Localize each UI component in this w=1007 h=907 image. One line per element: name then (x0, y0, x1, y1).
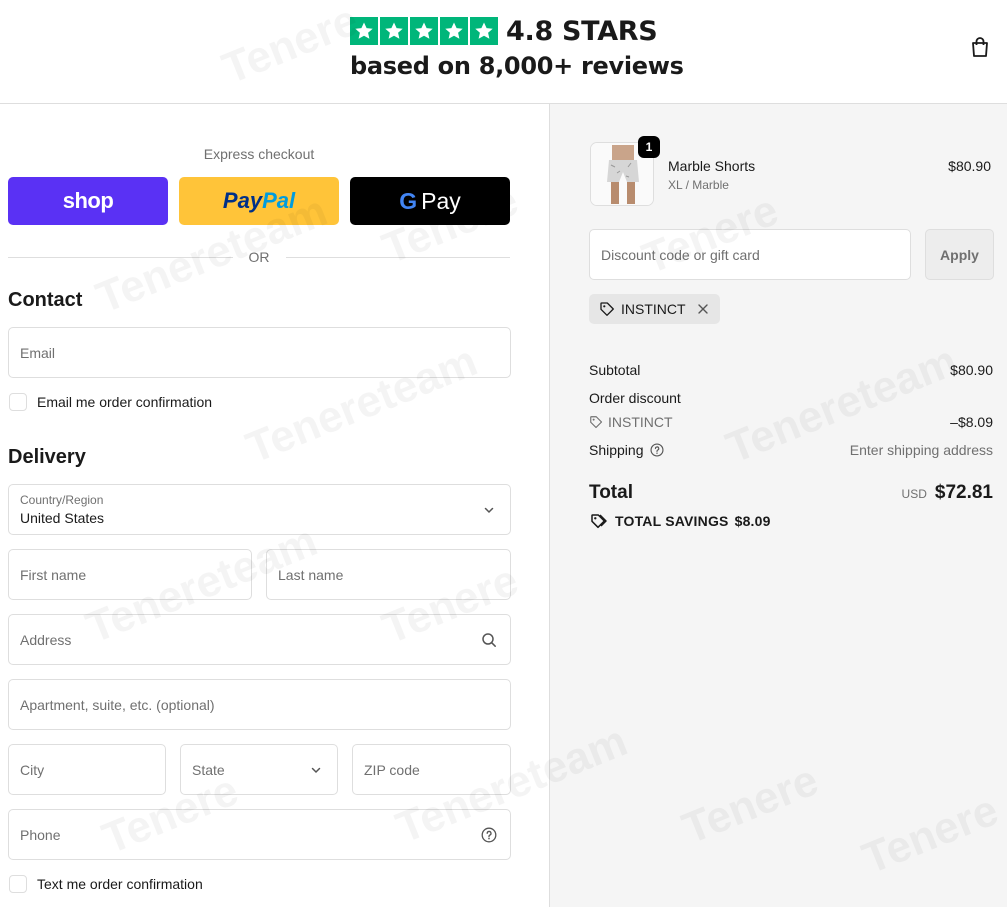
email-opt-in-label: Email me order confirmation (37, 394, 213, 410)
applied-discount-code: INSTINCT (621, 301, 686, 317)
total-savings: TOTAL SAVINGS $8.09 (589, 512, 771, 530)
total-amount: $72.81 (934, 482, 993, 503)
discount-code-row: INSTINCT –$8.09 (589, 414, 993, 430)
tags-icon (591, 514, 607, 529)
reviews-banner: 4.8 STARS based on 8,000+ reviews (350, 15, 684, 80)
total-amount-group: USD $72.81 (902, 482, 993, 504)
email-placeholder: Email (20, 345, 56, 361)
savings-amount: $8.09 (734, 513, 771, 529)
delivery-heading: Delivery (8, 446, 86, 468)
apply-discount-button[interactable]: Apply (925, 229, 994, 280)
chevron-down-icon (311, 767, 321, 774)
savings-label: TOTAL SAVINGS (615, 513, 729, 529)
order-discount-row: Order discount (589, 390, 993, 406)
tag-icon (590, 416, 603, 429)
city-placeholder: City (20, 762, 45, 778)
tag-icon (600, 302, 614, 316)
total-label: Total (589, 482, 633, 503)
zip-code-placeholder: ZIP code (364, 762, 420, 778)
discount-code-input[interactable]: Discount code or gift card (589, 229, 911, 280)
shop-pay-button[interactable]: shop (8, 177, 168, 225)
state-select[interactable]: State (180, 744, 338, 795)
or-divider: OR (8, 247, 510, 267)
chevron-down-icon (484, 507, 494, 514)
address-placeholder: Address (20, 632, 72, 648)
email-field[interactable]: Email (8, 327, 511, 378)
subtotal-value: $80.90 (950, 362, 993, 378)
help-icon[interactable] (481, 827, 497, 843)
country-value: United States (20, 510, 105, 526)
first-name-placeholder: First name (20, 567, 87, 583)
email-opt-in-checkbox[interactable] (9, 393, 27, 411)
express-checkout-label: Express checkout (203, 146, 315, 162)
close-icon[interactable] (696, 302, 710, 316)
zip-code-field[interactable]: ZIP code (352, 744, 511, 795)
order-summary: 1 Marble Shorts XL / Marble $80.90 Disco… (549, 104, 1007, 907)
address-field[interactable]: Address (8, 614, 511, 665)
contact-heading: Contact (8, 289, 83, 311)
star-icon (350, 17, 378, 45)
shipping-row: Shipping Enter shipping address (589, 442, 993, 458)
first-name-field[interactable]: First name (8, 549, 252, 600)
email-opt-in[interactable]: Email me order confirmation (9, 393, 212, 411)
text-opt-in[interactable]: Text me order confirmation (9, 875, 203, 893)
checkout-form: Express checkout shop Pay Pal G Pay OR Co… (0, 104, 549, 907)
product-price: $80.90 (948, 158, 991, 174)
star-rating: 4.8 STARS (350, 15, 660, 47)
shipping-label: Shipping (589, 442, 644, 458)
text-opt-in-checkbox[interactable] (9, 875, 27, 893)
order-discount-label: Order discount (589, 390, 681, 406)
phone-placeholder: Phone (20, 827, 61, 843)
star-icon (440, 17, 468, 45)
paypal-logo-part2: Pal (262, 188, 296, 213)
country-label: Country/Region (20, 493, 104, 507)
divider-line (285, 256, 510, 258)
subtotal-label: Subtotal (589, 362, 641, 378)
shop-pay-logo: shop (62, 188, 114, 213)
apartment-field[interactable]: Apartment, suite, etc. (optional) (8, 679, 511, 730)
applied-discount-chip: INSTINCT (589, 294, 720, 324)
divider-line (8, 256, 233, 258)
search-icon[interactable] (481, 632, 497, 648)
star-icon (380, 17, 408, 45)
last-name-placeholder: Last name (278, 567, 344, 583)
subtotal-row: Subtotal $80.90 (589, 362, 993, 378)
state-placeholder: State (192, 762, 225, 778)
last-name-field[interactable]: Last name (266, 549, 511, 600)
discount-code-name: INSTINCT (608, 414, 673, 430)
shipping-label-group: Shipping (589, 442, 669, 458)
product-name: Marble Shorts (668, 158, 756, 174)
paypal-logo-part1: Pay (222, 188, 263, 213)
help-icon[interactable] (649, 443, 664, 457)
currency-code: USD (901, 487, 927, 501)
shipping-value: Enter shipping address (849, 442, 993, 458)
google-g-icon: G (399, 187, 418, 214)
product-variant: XL / Marble (668, 178, 729, 192)
header: 4.8 STARS based on 8,000+ reviews (0, 0, 1007, 104)
discount-code-placeholder: Discount code or gift card (601, 247, 760, 263)
paypal-button[interactable]: Pay Pal (179, 177, 339, 225)
google-pay-button[interactable]: G Pay (350, 177, 510, 225)
apartment-placeholder: Apartment, suite, etc. (optional) (20, 697, 215, 713)
city-field[interactable]: City (8, 744, 166, 795)
reviews-count-text: based on 8,000+ reviews (350, 52, 684, 80)
quantity-badge: 1 (638, 136, 660, 158)
total-row: Total USD $72.81 (589, 482, 993, 504)
shopping-bag-icon[interactable] (970, 36, 990, 58)
star-icon (410, 17, 438, 45)
rating-text: 4.8 STARS (506, 15, 658, 47)
discount-code-line: INSTINCT (589, 414, 673, 430)
text-opt-in-label: Text me order confirmation (37, 876, 203, 892)
google-pay-label: Pay (421, 187, 461, 214)
phone-field[interactable]: Phone (8, 809, 511, 860)
star-icon (470, 17, 498, 45)
country-select[interactable]: Country/Region United States (8, 484, 511, 535)
discount-value: –$8.09 (950, 414, 993, 430)
or-text: OR (248, 249, 270, 265)
